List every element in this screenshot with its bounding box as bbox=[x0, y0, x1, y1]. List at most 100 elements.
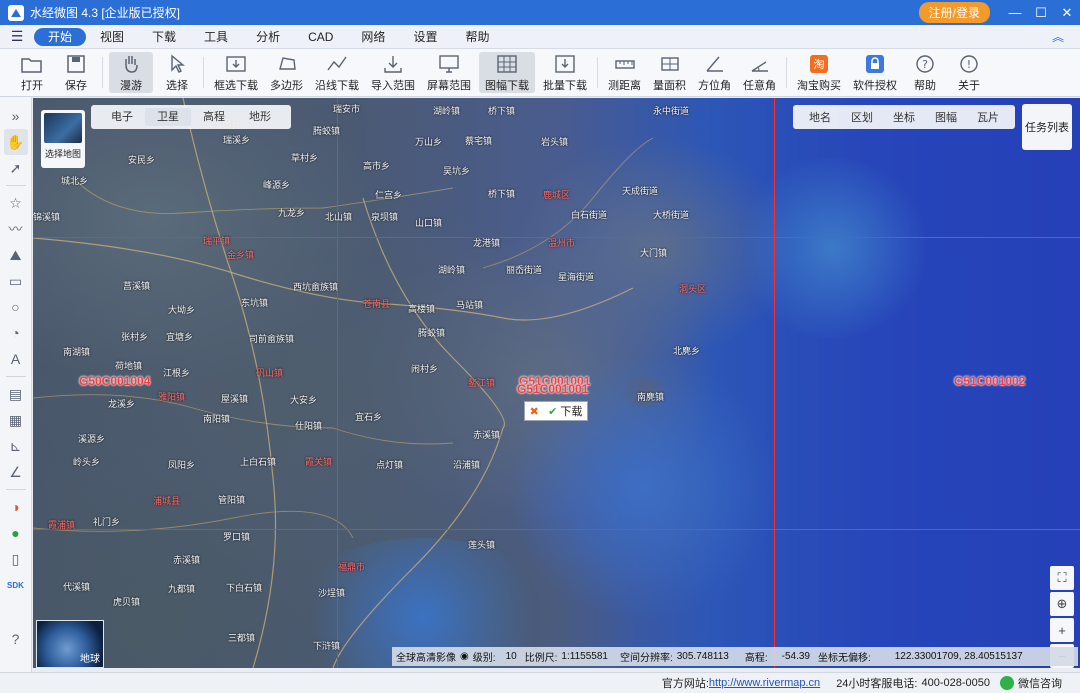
rail-help-icon[interactable]: ? bbox=[4, 626, 28, 652]
place-label: 南麂镇 bbox=[637, 392, 665, 402]
rail-rectangle-icon[interactable]: ▭ bbox=[4, 268, 28, 294]
map-type-elevation[interactable]: 高程 bbox=[191, 108, 237, 126]
place-label: 沙埕镇 bbox=[318, 588, 346, 598]
place-label: 霞关镇 bbox=[305, 457, 333, 467]
place-label: 城北乡 bbox=[61, 176, 89, 186]
place-label: 霞浦镇 bbox=[48, 520, 76, 530]
place-label: 雅阳镇 bbox=[158, 392, 186, 402]
rail-azimuth-icon[interactable]: ⊾ bbox=[4, 433, 28, 459]
map-view[interactable]: 瑞安市平阳县湖岭镇桥下镇永中街道瑞溪乡腾蛟镇万山乡蔡宅镇岩头镇安民乡草村乡高市乡… bbox=[33, 98, 1080, 668]
rail-color-wheel-icon[interactable]: ◑ bbox=[4, 494, 28, 520]
rail-circle-icon[interactable]: ○ bbox=[4, 294, 28, 320]
info-icon: ! bbox=[956, 53, 982, 75]
rail-marker-icon[interactable]: ☆ bbox=[4, 190, 28, 216]
place-label: 张村乡 bbox=[121, 332, 149, 342]
expand-panel-icon[interactable]: » bbox=[4, 103, 28, 129]
license-button[interactable]: 软件授权 bbox=[847, 49, 903, 96]
menu-tools[interactable]: 工具 bbox=[190, 28, 242, 46]
menu-settings[interactable]: 设置 bbox=[399, 28, 451, 46]
place-label: 岩头镇 bbox=[541, 137, 569, 147]
place-label: 温州市 bbox=[548, 238, 576, 248]
place-label: 宜塘乡 bbox=[166, 332, 194, 342]
map-type-electronic[interactable]: 电子 bbox=[99, 108, 145, 126]
register-login-button[interactable]: 注册/登录 bbox=[918, 2, 990, 23]
rail-green-link-icon[interactable]: ● bbox=[4, 520, 28, 546]
taobao-buy-button[interactable]: 淘 淘宝购买 bbox=[791, 49, 847, 96]
overlay-sheets[interactable]: 图幅 bbox=[925, 109, 967, 125]
place-label: 天成街道 bbox=[622, 186, 659, 196]
overlay-coordinates[interactable]: 坐标 bbox=[883, 109, 925, 125]
rail-sdk-icon[interactable]: SDK bbox=[4, 572, 28, 598]
place-label: 三都镇 bbox=[228, 633, 256, 643]
menu-analysis[interactable]: 分析 bbox=[242, 28, 294, 46]
measure-area-button[interactable]: 量面积 bbox=[647, 49, 692, 96]
close-button[interactable]: ✕ bbox=[1054, 5, 1080, 21]
place-label: 赤溪镇 bbox=[173, 555, 201, 565]
menu-cad[interactable]: CAD bbox=[294, 28, 347, 46]
rail-phone-icon[interactable]: ▯ bbox=[4, 546, 28, 572]
place-label: 下白石镇 bbox=[226, 583, 263, 593]
menu-help[interactable]: 帮助 bbox=[451, 28, 503, 46]
map-type-terrain[interactable]: 地形 bbox=[237, 108, 283, 126]
place-label: 永中街道 bbox=[653, 106, 690, 116]
rail-ruler-icon[interactable]: ▤ bbox=[4, 381, 28, 407]
menu-view[interactable]: 视图 bbox=[86, 28, 138, 46]
import-range-button[interactable]: 导入范围 bbox=[365, 49, 421, 96]
rail-text-icon[interactable]: A bbox=[4, 346, 28, 372]
menu-start[interactable]: 开始 bbox=[34, 27, 87, 46]
sheet-download-button[interactable]: 图幅下载 bbox=[479, 52, 535, 93]
rail-sector-icon[interactable]: ◔ bbox=[4, 320, 28, 346]
place-label: 大安乡 bbox=[290, 395, 318, 405]
zoom-in-button[interactable]: + bbox=[1050, 618, 1074, 642]
rail-pointer-icon[interactable]: ➚ bbox=[4, 155, 28, 181]
place-label: 丽岙街道 bbox=[506, 265, 543, 275]
menu-network[interactable]: 网络 bbox=[347, 28, 399, 46]
locate-icon[interactable]: ⊕ bbox=[1050, 592, 1074, 616]
rail-area-icon[interactable]: ⛰ bbox=[4, 242, 28, 268]
place-label: 南湖镇 bbox=[63, 347, 91, 357]
place-label: 鹿城区 bbox=[543, 190, 571, 200]
about-button[interactable]: ! 关于 bbox=[947, 49, 991, 96]
pan-button[interactable]: 漫游 bbox=[109, 52, 153, 93]
globe-overview[interactable]: 地球 bbox=[36, 620, 104, 668]
box-download-icon bbox=[223, 53, 249, 75]
popup-download-button[interactable]: ✔ 下载 bbox=[548, 403, 582, 419]
menu-download[interactable]: 下载 bbox=[138, 28, 190, 46]
help-button[interactable]: ? 帮助 bbox=[903, 49, 947, 96]
place-label: 莲头镇 bbox=[468, 540, 496, 550]
task-list-button[interactable]: 任务列表 bbox=[1022, 104, 1072, 150]
overlay-boundaries[interactable]: 区划 bbox=[841, 109, 883, 125]
place-label: 北麂乡 bbox=[673, 346, 701, 356]
open-button[interactable]: 打开 bbox=[10, 49, 54, 96]
rail-pan-hand-icon[interactable]: ✋ bbox=[3, 129, 28, 155]
batch-download-button[interactable]: 批量下载 bbox=[537, 49, 593, 96]
overlay-tiles[interactable]: 瓦片 bbox=[967, 109, 1009, 125]
rail-area-measure-icon[interactable]: ▦ bbox=[4, 407, 28, 433]
official-site-link[interactable]: http://www.rivermap.cn bbox=[709, 677, 820, 689]
collapse-ribbon-icon[interactable]: ︽ bbox=[1052, 28, 1064, 45]
maximize-button[interactable]: ☐ bbox=[1028, 5, 1054, 21]
polyline-download-button[interactable]: 沿线下载 bbox=[309, 49, 365, 96]
minimize-button[interactable]: — bbox=[1002, 5, 1028, 20]
rail-angle-icon[interactable]: ∠ bbox=[4, 459, 28, 485]
box-download-button[interactable]: 框选下载 bbox=[208, 49, 264, 96]
arbitrary-angle-button[interactable]: 任意角 bbox=[737, 49, 782, 96]
save-button[interactable]: 保存 bbox=[54, 49, 98, 96]
sheet-grid-line bbox=[33, 529, 1080, 530]
fit-extent-icon[interactable]: ⛶ bbox=[1050, 566, 1074, 590]
rail-line-icon[interactable]: 〰 bbox=[4, 216, 28, 242]
polygon-download-button[interactable]: 多边形 bbox=[264, 49, 309, 96]
overlay-place-names[interactable]: 地名 bbox=[799, 109, 841, 125]
select-map-button[interactable]: 选择地图 bbox=[41, 110, 85, 168]
azimuth-button[interactable]: 方位角 bbox=[692, 49, 737, 96]
wechat-consult-link[interactable]: 微信咨询 bbox=[1018, 675, 1062, 691]
measure-distance-button[interactable]: 测距离 bbox=[602, 49, 647, 96]
screen-range-button[interactable]: 屏幕范围 bbox=[421, 49, 477, 96]
place-label: 白石街道 bbox=[571, 210, 608, 220]
hamburger-menu-icon[interactable]: ☰ bbox=[0, 28, 34, 45]
select-button[interactable]: 选择 bbox=[155, 49, 199, 96]
popup-close-icon[interactable]: ✖ bbox=[530, 405, 539, 418]
spatial-resolution: 305.748113 bbox=[676, 651, 729, 662]
map-type-satellite[interactable]: 卫星 bbox=[145, 108, 191, 126]
place-label: 大桥街道 bbox=[653, 210, 690, 220]
